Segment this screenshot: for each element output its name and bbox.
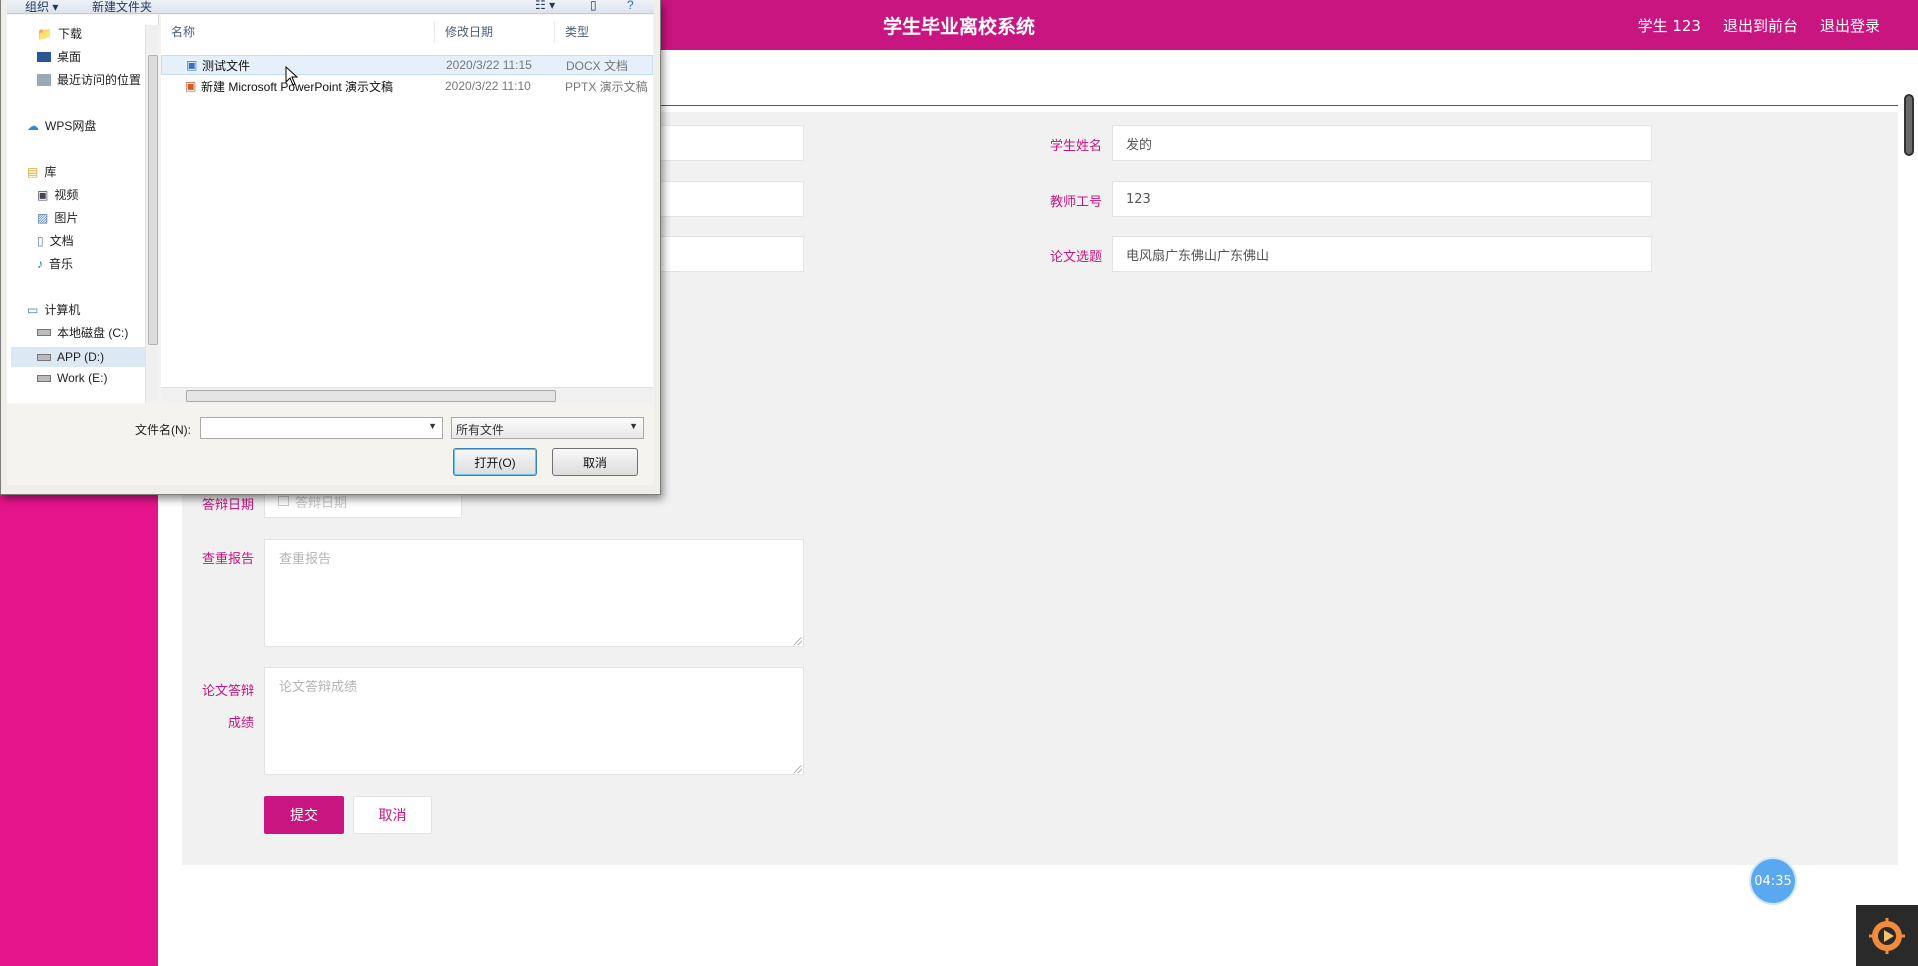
calendar-icon (278, 496, 289, 506)
preview-pane-icon[interactable]: ▯ (590, 0, 597, 12)
nav-item-wps-cloud[interactable]: ☁ WPS网盘 (27, 117, 96, 134)
nav-item-music[interactable]: ♪ 音乐 (37, 255, 73, 272)
back-to-front-link[interactable]: 退出到前台 (1723, 15, 1798, 36)
nav-item-label: 最近访问的位置 (57, 73, 142, 87)
teacher-id-input[interactable]: 123 (1112, 181, 1652, 217)
nav-item-drive-e[interactable]: Work (E:) (37, 371, 107, 385)
plagiarism-report-label: 查重报告 (201, 552, 254, 567)
desktop-icon (37, 51, 51, 62)
picture-icon: ▨ (37, 210, 49, 225)
open-button[interactable]: 打开(O) (453, 448, 537, 476)
defense-score-label-line1: 论文答辩 (201, 684, 254, 699)
cancel-button[interactable]: 取消 (353, 796, 432, 834)
nav-scrollbar-thumb[interactable] (148, 55, 158, 345)
submit-button[interactable]: 提交 (264, 796, 344, 834)
file-list-hscrollbar[interactable] (161, 387, 653, 403)
student-name-input[interactable]: 发的 (1112, 125, 1652, 161)
drive-icon (37, 353, 51, 361)
chevron-down-icon[interactable]: ▼ (629, 421, 638, 431)
defense-date-label: 答辩日期 (201, 498, 254, 513)
recent-places-icon (37, 73, 51, 86)
filename-input[interactable]: ▼ (200, 417, 443, 439)
chevron-down-icon[interactable]: ▼ (428, 421, 437, 431)
nav-item-label: 视频 (54, 188, 79, 202)
defense-score-label: 论文答辩 成绩 (190, 676, 254, 740)
nav-item-label: WPS网盘 (45, 119, 97, 133)
mouse-cursor-icon (285, 66, 299, 86)
nav-item-recent[interactable]: 最近访问的位置 (37, 71, 141, 88)
nav-item-downloads[interactable]: 📁 下载 (37, 25, 82, 42)
user-menu[interactable]: 学生 123 (1638, 15, 1701, 36)
file-modified: 2020/3/22 11:15 (446, 58, 532, 72)
view-options-icon[interactable]: ☷ ▾ (535, 0, 555, 12)
organize-menu[interactable]: 组织 ▾ (25, 0, 58, 15)
dialog-body: 组织 ▾ 新建文件夹 ☷ ▾ ▯ ? 📁 下载 桌面 最近访问的位置 ☁ WPS… (7, 0, 654, 485)
file-type: PPTX 演示文稿 (565, 79, 648, 94)
nav-item-library[interactable]: ▤ 库 (27, 163, 56, 180)
thesis-topic-label: 论文选题 (1049, 250, 1102, 265)
filetype-select[interactable]: 所有文件 ▼ (451, 417, 644, 439)
cloud-icon: ☁ (27, 118, 39, 133)
download-folder-icon: 📁 (37, 26, 52, 41)
nav-item-label: 图片 (54, 211, 79, 225)
library-icon: ▤ (27, 164, 39, 179)
nav-item-label: 计算机 (44, 303, 81, 317)
docx-file-icon: ▣ (186, 58, 198, 72)
teacher-id-label: 教师工号 (1049, 195, 1102, 210)
column-header-modified[interactable]: 修改日期 (435, 21, 555, 43)
nav-item-label: 文档 (49, 234, 74, 248)
defense-score-label-line2: 成绩 (227, 716, 254, 731)
page-scrollbar[interactable] (1904, 94, 1914, 156)
recorder-widget[interactable] (1856, 905, 1918, 966)
document-icon: ▯ (37, 233, 44, 248)
timer-badge[interactable]: 04:35 (1751, 859, 1795, 903)
file-list-pane: 名称 修改日期 类型 ▣ 测试文件 2020/3/22 11:15 DOCX 文… (161, 15, 653, 403)
nav-item-label: 下载 (57, 27, 82, 41)
drive-icon (37, 329, 51, 336)
music-icon: ♪ (37, 256, 43, 271)
file-row[interactable]: ▣ 新建 Microsoft PowerPoint 演示文稿 2020/3/22… (161, 76, 653, 96)
nav-scrollbar[interactable] (145, 25, 159, 403)
nav-item-drive-c[interactable]: 本地磁盘 (C:) (37, 324, 128, 341)
column-header-name[interactable]: 名称 (161, 21, 435, 43)
nav-item-documents[interactable]: ▯ 文档 (37, 232, 74, 249)
navigation-pane: 📁 下载 桌面 最近访问的位置 ☁ WPS网盘 ▤ 库 ▣ 视频 ▨ 图片 ▯ … (7, 15, 159, 403)
dialog-toolbar: 组织 ▾ 新建文件夹 ☷ ▾ ▯ ? (7, 0, 654, 14)
student-name-label: 学生姓名 (1049, 139, 1102, 154)
nav-item-computer[interactable]: ▭ 计算机 (27, 301, 80, 318)
recorder-icon (1869, 917, 1905, 954)
computer-icon: ▭ (27, 302, 39, 317)
file-row[interactable]: ▣ 测试文件 2020/3/22 11:15 DOCX 文档 (161, 55, 653, 75)
file-type: DOCX 文档 (566, 58, 629, 73)
nav-item-label: Work (E:) (57, 371, 108, 385)
filename-label: 文件名(N): (135, 423, 191, 437)
hscrollbar-thumb[interactable] (186, 390, 556, 402)
nav-item-pictures[interactable]: ▨ 图片 (37, 209, 78, 226)
plagiarism-report-textarea[interactable]: 查重报告 (264, 539, 804, 647)
file-open-dialog: 组织 ▾ 新建文件夹 ☷ ▾ ▯ ? 📁 下载 桌面 最近访问的位置 ☁ WPS… (0, 0, 661, 495)
nav-item-label: 本地磁盘 (C:) (57, 326, 129, 340)
nav-item-label: 桌面 (57, 50, 82, 64)
column-header-type[interactable]: 类型 (555, 21, 653, 43)
drive-icon (37, 374, 51, 382)
nav-item-label: 库 (44, 165, 57, 179)
top-links: 学生 123 退出到前台 退出登录 (1638, 15, 1880, 36)
help-icon[interactable]: ? (627, 0, 634, 12)
nav-item-desktop[interactable]: 桌面 (37, 48, 81, 65)
dialog-cancel-button[interactable]: 取消 (552, 448, 638, 476)
file-name: 测试文件 (202, 58, 251, 73)
defense-score-textarea[interactable]: 论文答辩成绩 (264, 667, 804, 775)
logout-link[interactable]: 退出登录 (1820, 15, 1880, 36)
nav-item-videos[interactable]: ▣ 视频 (37, 186, 78, 203)
nav-item-label: 音乐 (49, 257, 74, 271)
nav-item-label: APP (D:) (57, 350, 105, 364)
nav-item-drive-d[interactable]: APP (D:) (11, 347, 145, 367)
pptx-file-icon: ▣ (185, 79, 197, 93)
new-folder-button[interactable]: 新建文件夹 (92, 0, 152, 15)
file-modified: 2020/3/22 11:10 (445, 79, 531, 93)
filetype-value: 所有文件 (456, 423, 505, 437)
video-icon: ▣ (37, 187, 49, 202)
thesis-topic-input[interactable]: 电风扇广东佛山广东佛山 (1112, 236, 1652, 272)
